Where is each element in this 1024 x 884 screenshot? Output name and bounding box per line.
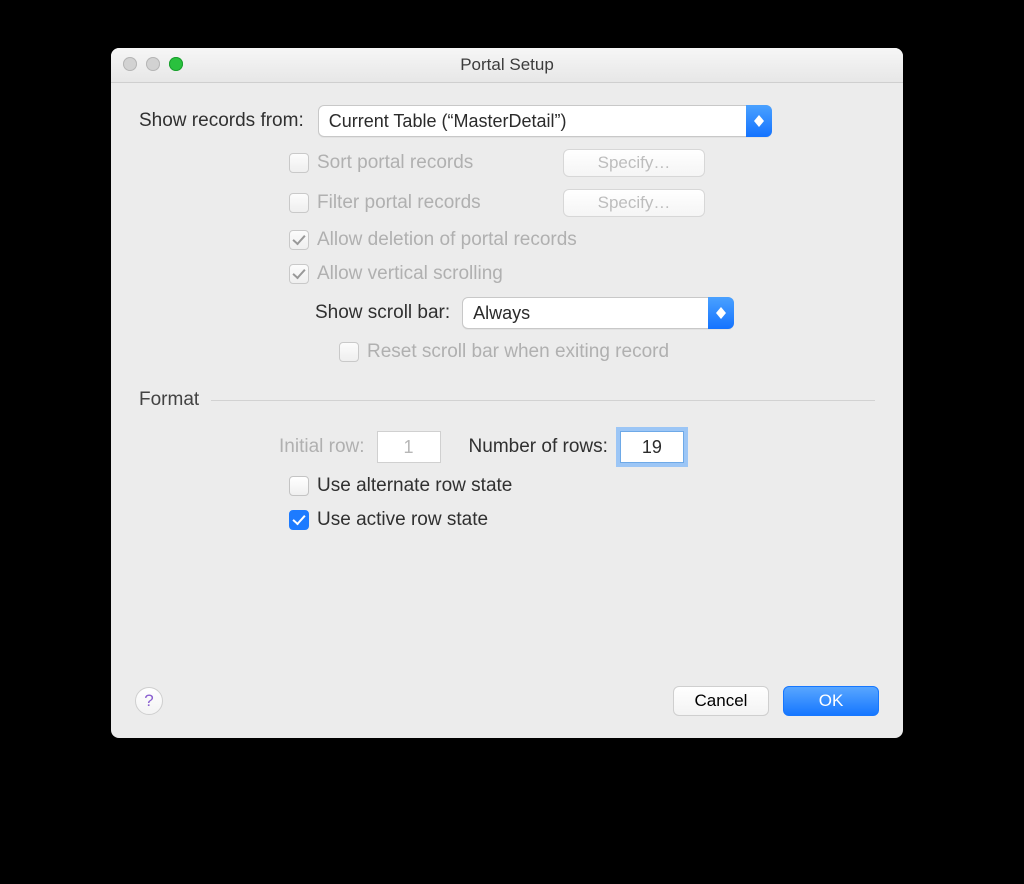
sort-checkbox[interactable] [289,153,309,173]
dropdown-arrows-icon [708,297,734,329]
scrollbar-value: Always [473,303,530,324]
content: Show records from: Current Table (“Maste… [111,83,903,531]
footer: ? Cancel OK [111,668,903,738]
filter-row: Filter portal records Specify… [139,189,875,217]
allow-delete-row: Allow deletion of portal records [139,229,875,251]
alt-row-label: Use alternate row state [317,475,512,497]
rows-row: Initial row: Number of rows: [139,431,875,463]
active-row-state-row: Use active row state [139,509,875,531]
close-icon[interactable] [123,57,137,71]
sort-row: Sort portal records Specify… [139,149,875,177]
filter-specify-button[interactable]: Specify… [563,189,705,217]
cancel-button[interactable]: Cancel [673,686,769,716]
minimize-icon[interactable] [146,57,160,71]
window-controls [123,57,183,71]
active-row-label: Use active row state [317,509,488,531]
initial-row-label: Initial row: [279,436,365,458]
show-records-value: Current Table (“MasterDetail”) [329,111,567,132]
format-heading: Format [139,389,199,411]
reset-scroll-label: Reset scroll bar when exiting record [367,341,669,363]
alt-row-state-row: Use alternate row state [139,475,875,497]
zoom-icon[interactable] [169,57,183,71]
num-rows-label: Number of rows: [469,436,608,458]
reset-scroll-row: Reset scroll bar when exiting record [139,341,875,363]
active-row-checkbox[interactable] [289,510,309,530]
filter-checkbox[interactable] [289,193,309,213]
format-section-header: Format [139,389,875,411]
show-records-select[interactable]: Current Table (“MasterDetail”) [318,105,772,137]
window-title: Portal Setup [460,55,554,74]
help-button[interactable]: ? [135,687,163,715]
num-rows-input[interactable] [620,431,684,463]
reset-scroll-checkbox[interactable] [339,342,359,362]
allow-scroll-row: Allow vertical scrolling [139,263,875,285]
dropdown-arrows-icon [746,105,772,137]
allow-delete-checkbox[interactable] [289,230,309,250]
sort-label: Sort portal records [317,152,563,174]
portal-setup-dialog: Portal Setup Show records from: Current … [111,48,903,738]
allow-scroll-label: Allow vertical scrolling [317,263,503,285]
show-records-row: Show records from: Current Table (“Maste… [139,105,875,137]
help-icon: ? [144,691,153,711]
sort-specify-button[interactable]: Specify… [563,149,705,177]
divider [211,400,875,401]
allow-scroll-checkbox[interactable] [289,264,309,284]
show-records-label: Show records from: [139,110,304,132]
scrollbar-label: Show scroll bar: [315,302,450,324]
scrollbar-row: Show scroll bar: Always [139,297,875,329]
titlebar: Portal Setup [111,48,903,83]
alt-row-checkbox[interactable] [289,476,309,496]
allow-delete-label: Allow deletion of portal records [317,229,577,251]
ok-button[interactable]: OK [783,686,879,716]
filter-label: Filter portal records [317,192,563,214]
scrollbar-select[interactable]: Always [462,297,734,329]
initial-row-input[interactable] [377,431,441,463]
